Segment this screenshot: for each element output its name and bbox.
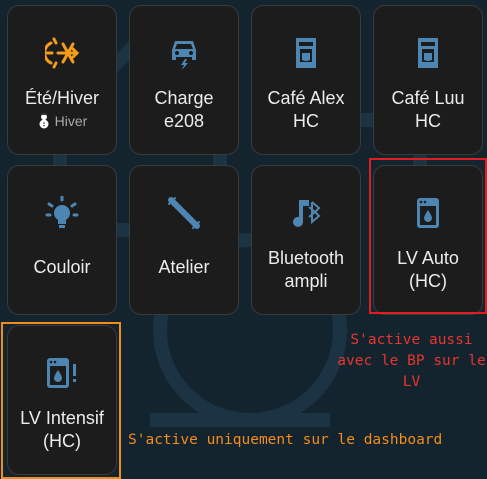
tile-couloir[interactable]: Couloir [7,165,117,315]
tile-label: Été/Hiver [24,88,100,108]
light-bulb-icon [45,196,79,228]
fluorescent-tube-icon [168,197,200,229]
tile-cafe-luu[interactable]: Café Luu HC [373,5,483,155]
highlight-frame-red [369,158,487,314]
tile-state-text: Hiver [54,113,88,129]
tile-label: Café Luu HC [391,88,465,131]
tile-ete-hiver[interactable]: Été/Hiver Hiver [7,5,117,155]
tile-label: Charge e208 [154,88,214,131]
car-charging-icon [172,41,196,70]
coffee-maker-icon [418,38,438,68]
tile-state: Hiver [37,112,88,130]
tile-label: Bluetooth ampli [267,248,345,291]
tile-label: Atelier [158,257,210,277]
snowman-icon [39,113,49,129]
annotation-red: S'active aussi avec le BP sur le LV [337,332,486,390]
coffee-maker-icon [296,38,316,68]
music-bluetooth-icon [293,200,321,227]
sun-snowflake-icon [45,37,79,69]
tile-bluetooth-ampli[interactable]: Bluetooth ampli [251,165,361,315]
tile-label: Couloir [33,257,91,277]
tile-label: Café Alex HC [267,88,345,131]
annotation-orange: S'active uniquement sur le dashboard [128,432,443,448]
tile-atelier[interactable]: Atelier [129,165,239,315]
highlight-frame-orange [1,322,121,479]
tile-charge-e208[interactable]: Charge e208 [129,5,239,155]
tile-cafe-alex[interactable]: Café Alex HC [251,5,361,155]
